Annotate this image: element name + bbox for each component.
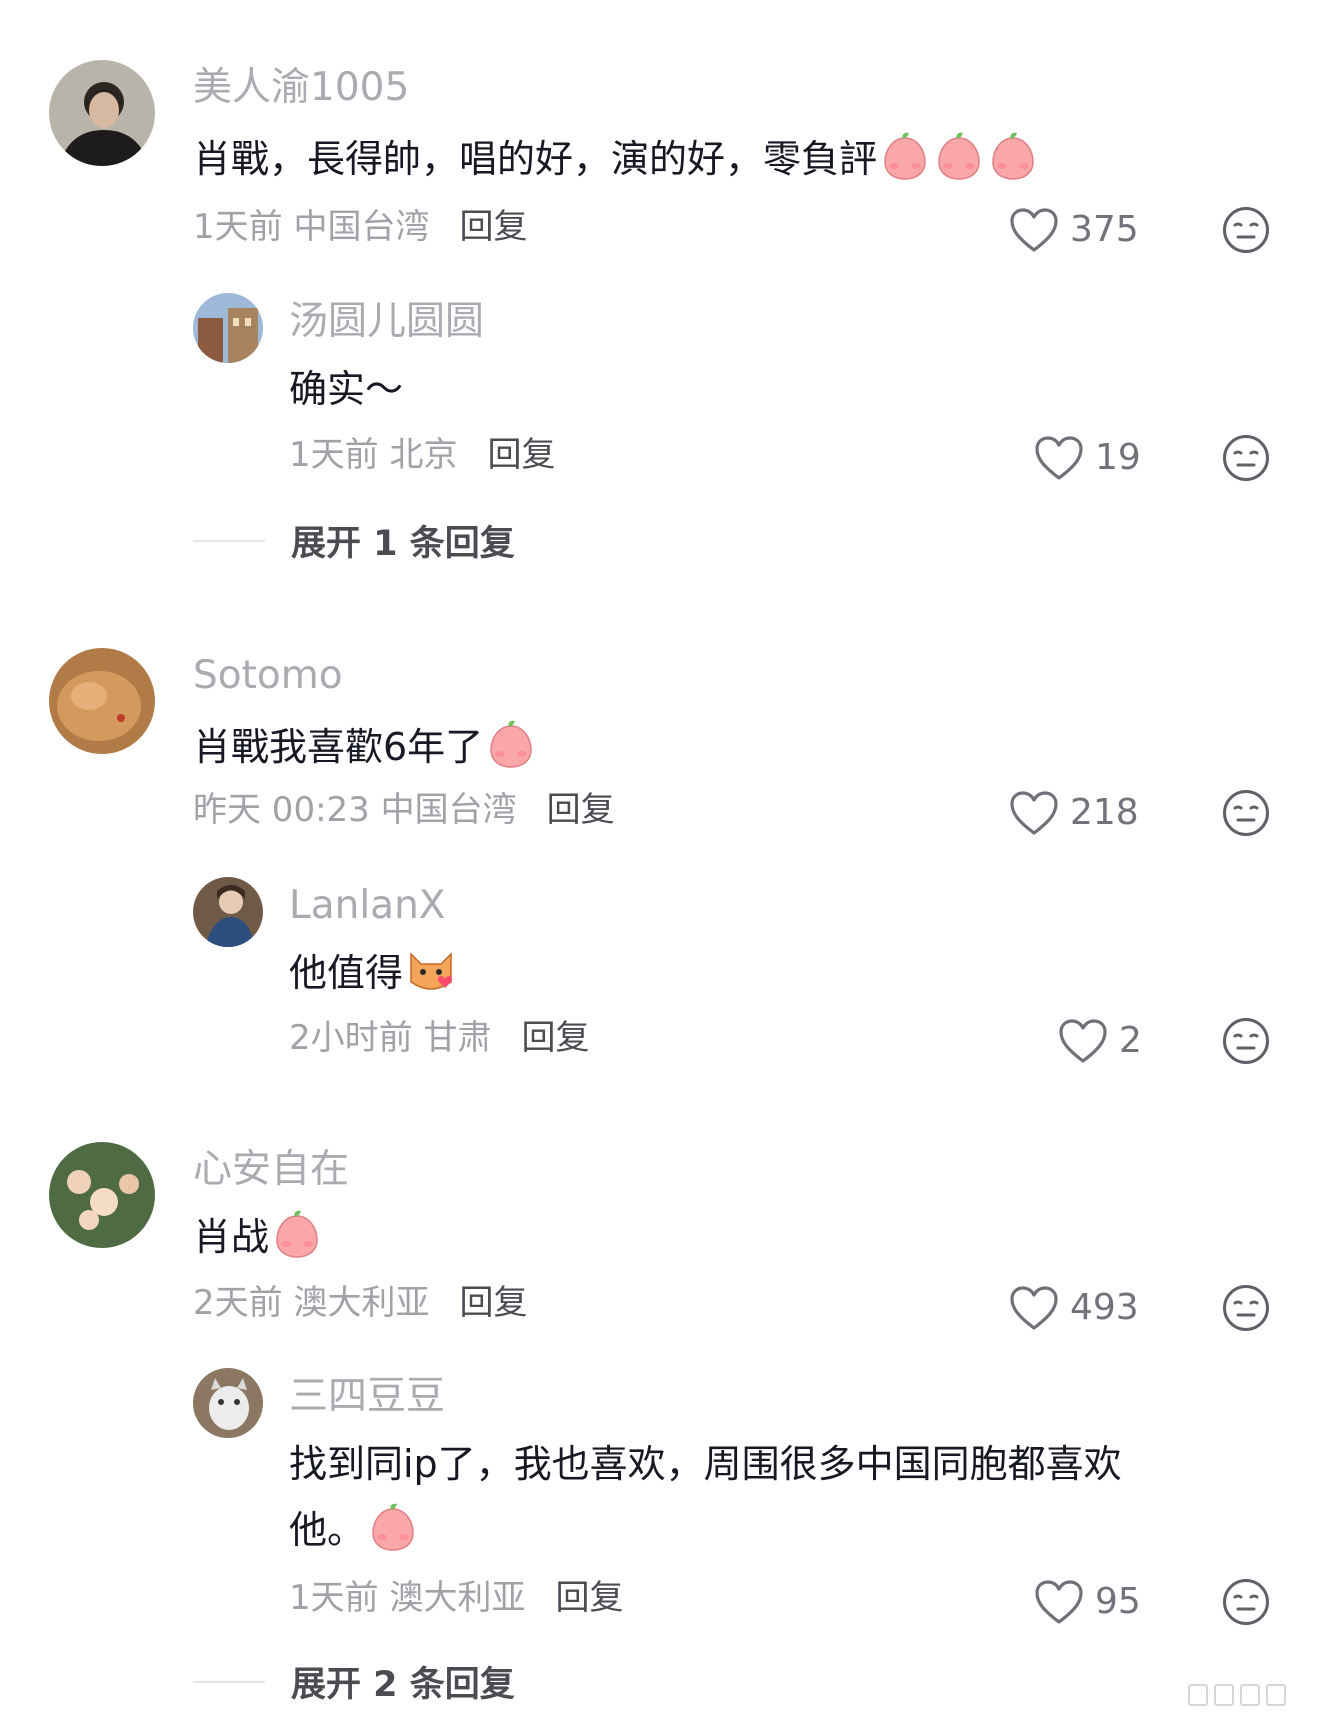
like-button[interactable]: 218 [1008,789,1139,837]
comment-username[interactable]: Sotomo [193,656,343,695]
like-count: 375 [1070,209,1139,250]
reply-text: 确实～ [289,367,404,411]
kiss-emoji-icon [271,1208,323,1260]
cheering-emoji-icon [933,130,985,182]
like-count: 95 [1095,1581,1141,1622]
comment-meta: 昨天 00:23 中国台湾 回复 [193,790,615,830]
heart-icon [1008,206,1060,254]
expand-replies-button[interactable]: 展开 1 条回复 [193,515,515,566]
reply-button[interactable]: 回复 [459,1283,527,1323]
reply-button[interactable]: 回复 [555,1578,623,1618]
reply-username[interactable]: 汤圆儿圆圆 [289,302,484,341]
reply-text: 他。 [289,1497,419,1563]
like-count: 2 [1119,1020,1142,1061]
cheering-emoji-icon [879,130,931,182]
dislike-face-icon[interactable] [1221,1283,1271,1333]
like-button[interactable]: 19 [1033,434,1141,482]
reply-text: 他值得 [289,940,457,1006]
reply-text-line: 找到同ip了，我也喜欢，周围很多中国同胞都喜欢 [289,1442,1122,1486]
dislike-face-icon[interactable] [1221,433,1271,483]
comment-username[interactable]: 心安自在 [193,1150,349,1189]
cheering-emoji-icon [987,130,1039,182]
heart-icon [1008,1284,1060,1332]
dislike-face-icon[interactable] [1221,788,1271,838]
reply-button[interactable]: 回复 [459,207,527,247]
avatar[interactable] [49,60,155,166]
heart-icon [1033,434,1085,482]
avatar[interactable] [193,293,263,363]
like-button[interactable]: 2 [1057,1017,1142,1065]
like-count: 19 [1095,437,1141,478]
divider [193,539,265,542]
comment-meta: 2天前 澳大利亚 回复 [193,1283,528,1323]
divider [193,1680,265,1683]
heart-icon [1033,1578,1085,1626]
reply-meta: 1天前 北京 回复 [289,435,556,475]
expand-replies-button[interactable]: 展开 2 条回复 [193,1656,515,1707]
reply-meta: 1天前 澳大利亚 回复 [289,1578,624,1618]
like-count: 218 [1070,792,1139,833]
dislike-face-icon[interactable] [1221,1577,1271,1627]
comment-text: 肖战 [193,1204,323,1270]
reply-username[interactable]: 三四豆豆 [289,1377,445,1416]
kiss-emoji-icon [367,1501,419,1553]
avatar[interactable] [49,1142,155,1248]
reply-meta: 2小时前 甘肃 回复 [289,1018,590,1058]
reply-username[interactable]: LanlanX [289,886,446,925]
dislike-face-icon[interactable] [1221,1016,1271,1066]
reply-button[interactable]: 回复 [547,790,615,830]
reply-button[interactable]: 回复 [487,435,555,475]
like-count: 493 [1070,1287,1139,1328]
cat-heart-emoji-icon [405,944,457,996]
avatar[interactable] [193,1368,263,1438]
reply-button[interactable]: 回复 [521,1018,589,1058]
heart-icon [1008,789,1060,837]
comment-username[interactable]: 美人渝1005 [193,68,409,107]
avatar[interactable] [49,648,155,754]
avatar[interactable] [193,877,263,947]
smile-emoji-icon [485,718,537,770]
comment-text: 肖戰我喜歡6年了 [193,714,537,780]
like-button[interactable]: 493 [1008,1284,1139,1332]
dislike-face-icon[interactable] [1221,205,1271,255]
like-button[interactable]: 95 [1033,1578,1141,1626]
heart-icon [1057,1017,1109,1065]
comment-meta: 1天前 中国台湾 回复 [193,207,528,247]
like-button[interactable]: 375 [1008,206,1139,254]
watermark-icon [1188,1684,1286,1706]
comment-text: 肖戰，長得帥，唱的好，演的好，零負評 [193,126,1039,192]
